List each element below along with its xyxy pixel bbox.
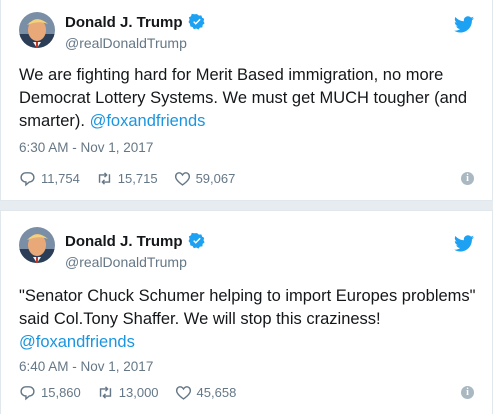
tweet-body: "Senator Chuck Schumer helping to import… bbox=[19, 287, 476, 328]
tweet-body: We are fighting hard for Merit Based imm… bbox=[19, 66, 468, 130]
like-count: 45,658 bbox=[196, 385, 237, 400]
action-bar: 11,754 15,715 59,067 bbox=[19, 170, 251, 187]
action-bar: 15,860 13,000 45,658 bbox=[19, 384, 252, 401]
heart-icon bbox=[174, 172, 190, 186]
mention-link[interactable]: @foxandfriends bbox=[90, 112, 206, 130]
retweet-button[interactable]: 13,000 bbox=[97, 384, 159, 401]
retweet-count: 15,715 bbox=[117, 171, 158, 186]
verified-badge-icon bbox=[188, 232, 205, 249]
tweet-text: We are fighting hard for Merit Based imm… bbox=[19, 64, 485, 133]
tweet-card-2: Donald J. Trump @realDonaldTrump "Senato… bbox=[0, 210, 493, 414]
info-icon[interactable]: i bbox=[461, 386, 474, 399]
avatar[interactable] bbox=[19, 12, 55, 48]
twitter-bird-icon[interactable] bbox=[454, 235, 474, 252]
reply-icon bbox=[20, 386, 35, 401]
author-name[interactable]: Donald J. Trump bbox=[65, 14, 183, 31]
like-count: 59,067 bbox=[195, 171, 236, 186]
reply-button[interactable]: 15,860 bbox=[19, 384, 81, 401]
tweet-text: "Senator Chuck Schumer helping to import… bbox=[19, 285, 485, 354]
info-icon[interactable]: i bbox=[461, 172, 474, 185]
avatar[interactable] bbox=[19, 227, 55, 263]
author-handle[interactable]: @realDonaldTrump bbox=[65, 254, 187, 270]
like-button[interactable]: 45,658 bbox=[175, 384, 237, 401]
reply-button[interactable]: 11,754 bbox=[19, 170, 80, 187]
verified-badge-icon bbox=[188, 13, 205, 30]
mention-link[interactable]: @foxandfriends bbox=[19, 333, 135, 351]
retweet-count: 13,000 bbox=[118, 385, 159, 400]
like-button[interactable]: 59,067 bbox=[174, 170, 236, 187]
reply-count: 15,860 bbox=[41, 385, 81, 400]
author-name[interactable]: Donald J. Trump bbox=[65, 233, 183, 250]
timestamp[interactable]: 6:30 AM - Nov 1, 2017 bbox=[19, 140, 153, 155]
author-handle[interactable]: @realDonaldTrump bbox=[65, 35, 187, 51]
retweet-icon bbox=[98, 172, 110, 185]
heart-icon bbox=[175, 386, 191, 400]
retweet-button[interactable]: 15,715 bbox=[96, 170, 158, 187]
tweet-card-1: Donald J. Trump @realDonaldTrump We are … bbox=[0, 0, 493, 201]
tweet-separator bbox=[0, 201, 493, 210]
author-row: Donald J. Trump bbox=[65, 13, 206, 31]
timestamp[interactable]: 6:40 AM - Nov 1, 2017 bbox=[19, 359, 153, 374]
author-row: Donald J. Trump bbox=[65, 232, 206, 250]
reply-count: 11,754 bbox=[41, 171, 80, 186]
reply-icon bbox=[20, 172, 35, 187]
retweet-icon bbox=[99, 386, 111, 399]
twitter-bird-icon[interactable] bbox=[454, 16, 474, 33]
